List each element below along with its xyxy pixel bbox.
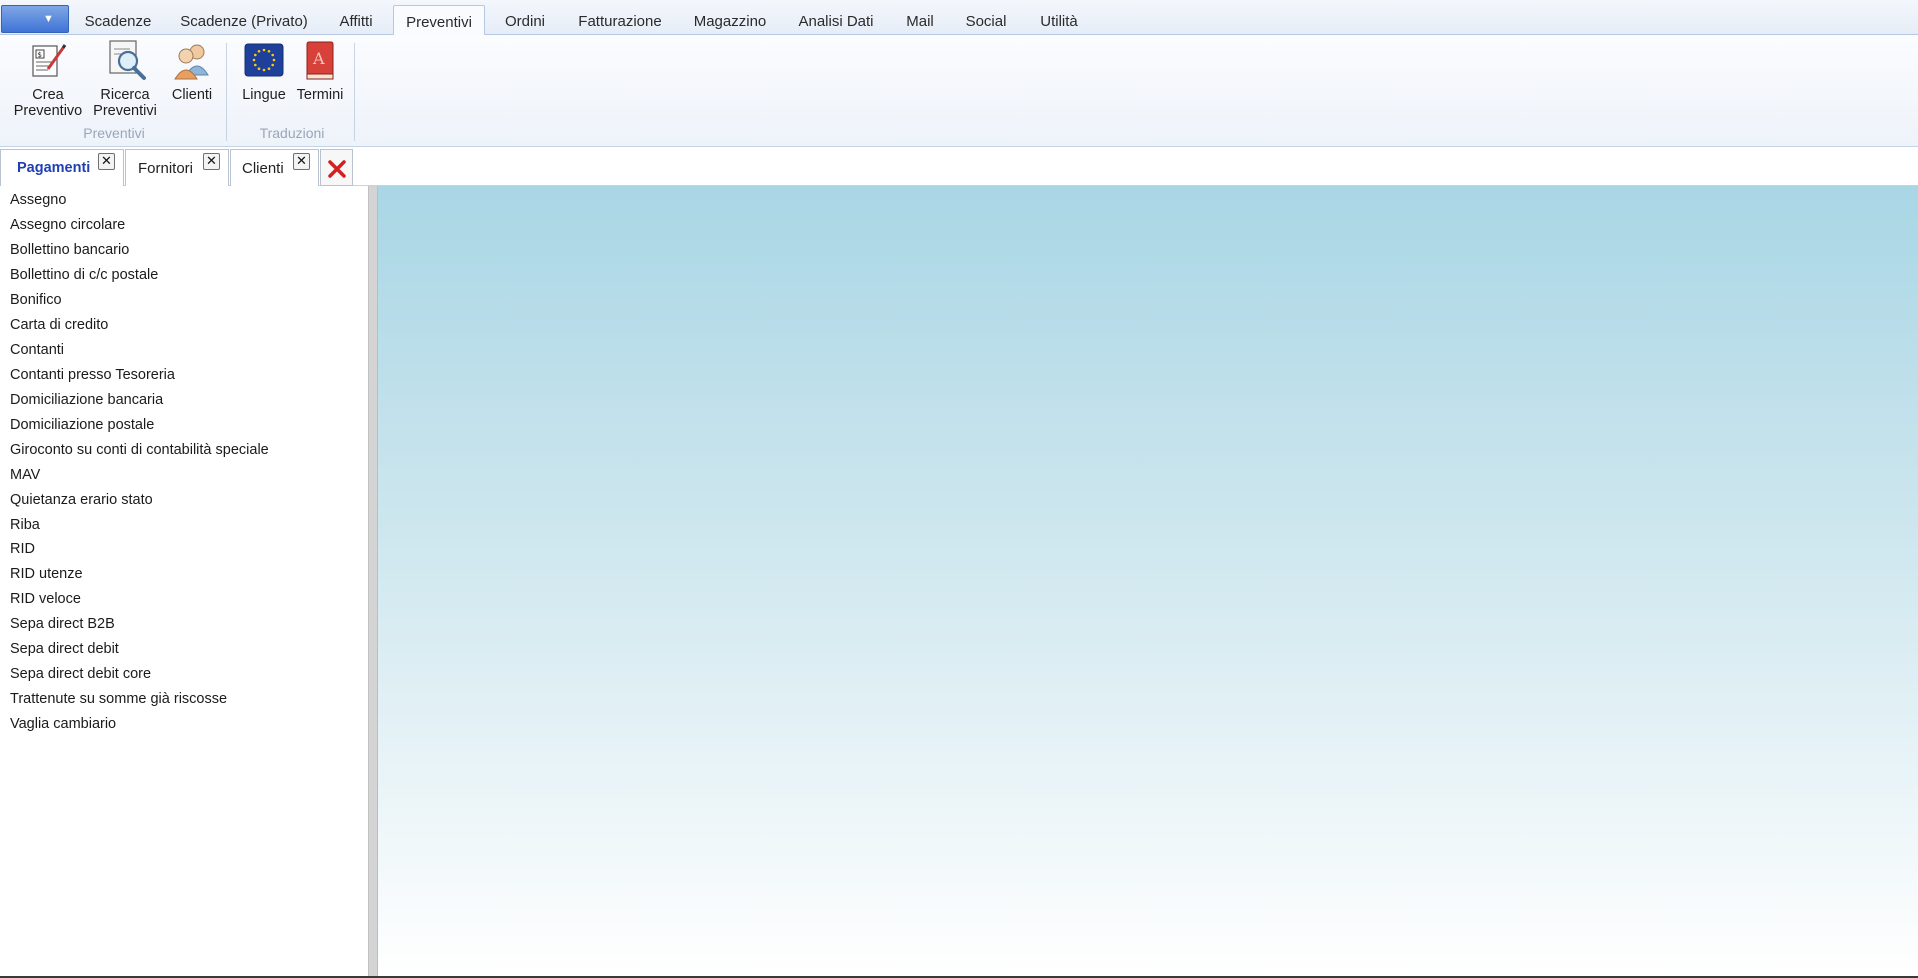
tab-scadenze-privato[interactable]: Scadenze (Privato) <box>172 5 316 35</box>
doc-tab-label: Pagamenti <box>17 160 91 176</box>
doc-tab-fornitori[interactable]: Fornitori ✕ <box>125 149 229 186</box>
list-item[interactable]: Assegno <box>10 192 66 208</box>
languages-button[interactable]: Lingue <box>236 41 292 125</box>
create-quote-label-1: Crea <box>32 87 64 103</box>
list-item[interactable]: Contanti presso Tesoreria <box>10 367 175 383</box>
main-content-area <box>378 186 1918 976</box>
terms-button[interactable]: A Termini <box>292 41 348 125</box>
chevron-down-icon: ▼ <box>43 13 54 25</box>
pane-splitter[interactable] <box>368 186 378 976</box>
doc-tab-label: Fornitori <box>138 160 194 177</box>
eu-flag-icon <box>244 43 284 77</box>
list-item[interactable]: Riba <box>10 517 40 533</box>
tab-magazzino[interactable]: Magazzino <box>684 5 776 35</box>
list-item[interactable]: Sepa direct debit core <box>10 666 151 682</box>
tab-fatturazione[interactable]: Fatturazione <box>570 5 670 35</box>
group-separator <box>226 43 227 141</box>
list-item[interactable]: Giroconto su conti di contabilità specia… <box>10 442 269 458</box>
svg-text:$: $ <box>38 51 42 59</box>
list-item[interactable]: Domiciliazione bancaria <box>10 392 163 408</box>
list-item[interactable]: RID utenze <box>10 566 83 582</box>
doc-tab-clienti[interactable]: Clienti ✕ <box>230 149 319 186</box>
search-quotes-label-1: Ricerca <box>100 87 150 103</box>
close-all-tabs-button[interactable] <box>320 149 353 186</box>
customers-label: Clienti <box>171 87 213 103</box>
list-item[interactable]: RID <box>10 541 35 557</box>
list-item[interactable]: Vaglia cambiario <box>10 716 116 732</box>
terms-label: Termini <box>296 87 344 103</box>
tab-affitti[interactable]: Affitti <box>326 5 386 35</box>
list-item[interactable]: Carta di credito <box>10 317 108 333</box>
search-quotes-label-2: Preventivi <box>93 103 157 119</box>
close-icon[interactable]: ✕ <box>293 153 310 170</box>
tab-scadenze[interactable]: Scadenze <box>72 5 164 35</box>
tab-ordini[interactable]: Ordini <box>494 5 556 35</box>
close-icon[interactable]: ✕ <box>203 153 220 170</box>
payment-methods-list: Assegno Assegno circolare Bollettino ban… <box>0 186 368 976</box>
group-label-traduzioni: Traduzioni <box>259 125 325 141</box>
ribbon-tab-bar: ▼ Scadenze Scadenze (Privato) Affitti Pr… <box>0 0 1918 36</box>
list-item[interactable]: Bollettino di c/c postale <box>10 267 158 283</box>
create-quote-button[interactable]: $ Crea Preventivo <box>8 41 88 125</box>
svg-text:A: A <box>312 49 325 68</box>
list-item[interactable]: Domiciliazione postale <box>10 417 154 433</box>
tab-utilita[interactable]: Utilità <box>1028 5 1090 35</box>
list-item[interactable]: MAV <box>10 467 40 483</box>
dictionary-icon: A <box>306 41 334 80</box>
doc-tab-pagamenti[interactable]: Pagamenti ✕ <box>0 149 124 186</box>
tab-preventivi[interactable]: Preventivi <box>393 5 485 36</box>
search-quotes-icon <box>109 40 146 80</box>
list-item[interactable]: Assegno circolare <box>10 217 125 233</box>
list-item[interactable]: Quietanza erario stato <box>10 492 153 508</box>
application-menu-button[interactable]: ▼ <box>1 5 69 33</box>
close-icon[interactable]: ✕ <box>98 153 115 170</box>
customers-icon <box>174 44 209 80</box>
list-item[interactable]: Contanti <box>10 342 64 358</box>
doc-tab-label: Clienti <box>242 160 284 177</box>
search-quotes-button[interactable]: Ricerca Preventivi <box>88 40 162 125</box>
list-item[interactable]: Trattenute su somme già riscosse <box>10 691 227 707</box>
list-item[interactable]: Bonifico <box>10 292 62 308</box>
create-quote-label-2: Preventivo <box>13 103 83 119</box>
close-all-icon <box>328 160 346 178</box>
group-label-preventivi: Preventivi <box>83 125 145 141</box>
create-quote-icon: $ <box>32 44 67 77</box>
ribbon-panel: $ Crea Preventivo Ricerca Preventivi Cli… <box>0 35 1918 147</box>
document-tab-strip: Pagamenti ✕ Fornitori ✕ Clienti ✕ <box>0 149 1918 186</box>
list-item[interactable]: Sepa direct debit <box>10 641 119 657</box>
tab-analisi-dati[interactable]: Analisi Dati <box>790 5 882 35</box>
tab-social[interactable]: Social <box>958 5 1014 35</box>
list-item[interactable]: Bollettino bancario <box>10 242 129 258</box>
languages-label: Lingue <box>242 87 286 103</box>
group-separator <box>354 43 355 141</box>
customers-button[interactable]: Clienti <box>164 41 220 125</box>
list-item[interactable]: RID veloce <box>10 591 81 607</box>
tab-mail[interactable]: Mail <box>896 5 944 35</box>
list-item[interactable]: Sepa direct B2B <box>10 616 115 632</box>
